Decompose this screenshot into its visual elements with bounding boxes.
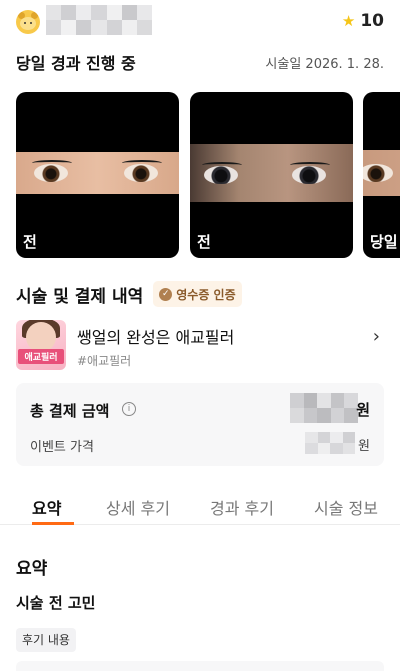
tab-procedure-info[interactable]: 시술 정보 — [314, 495, 378, 519]
photo-carousel[interactable]: 전 전 당일 — [16, 92, 400, 258]
product-name: 쌩얼의 완성은 애교필러 — [77, 328, 235, 347]
product-tag: #애교필러 — [77, 354, 132, 368]
eye-photo — [190, 144, 353, 202]
total-amount-mosaic — [290, 393, 358, 423]
avatar-eye — [30, 22, 32, 24]
photo-caption: 당일 — [370, 233, 398, 251]
avatar-eye — [24, 22, 26, 24]
photo-card[interactable]: 전 — [16, 92, 179, 258]
avatar-face — [20, 17, 36, 30]
summary-title: 요약 — [16, 559, 48, 579]
total-payment-label: 총 결제 금액 — [30, 402, 110, 420]
photo-card[interactable]: 전 — [190, 92, 353, 258]
progress-header: 당일 경과 진행 중 시술일 2026. 1. 28. — [16, 50, 384, 74]
event-price-label: 이벤트 가격 — [30, 440, 94, 455]
progress-title: 당일 경과 진행 중 — [16, 54, 136, 73]
product-thumbnail: 애교필러 — [16, 320, 66, 370]
payment-header: 시술 및 결제 내역 ✓ 영수증 인증 — [16, 280, 242, 308]
avatar[interactable] — [16, 10, 40, 34]
tab-bar: 요약 상세 후기 경과 후기 시술 정보 — [0, 489, 400, 525]
pre-procedure-concern-title: 시술 전 고민 — [16, 594, 96, 612]
verified-check-icon: ✓ — [159, 287, 173, 301]
eye-photo — [16, 152, 179, 194]
eye-photo — [363, 150, 400, 196]
review-content-box — [16, 661, 384, 671]
event-price-mosaic — [305, 432, 355, 454]
chevron-right-icon[interactable]: › — [373, 326, 380, 347]
receipt-badge-label: 영수증 인증 — [176, 287, 236, 302]
photo-caption: 전 — [23, 233, 37, 251]
event-price-unit: 원 — [358, 439, 370, 454]
total-amount-unit: 원 — [356, 401, 370, 419]
tab-summary[interactable]: 요약 — [32, 495, 61, 519]
thumbnail-label: 애교필러 — [18, 349, 64, 364]
payment-summary-box: 총 결제 금액 i 원 이벤트 가격 원 — [16, 383, 384, 466]
active-tab-indicator — [32, 522, 74, 525]
photo-caption: 전 — [197, 233, 211, 251]
tab-detailed-review[interactable]: 상세 후기 — [106, 495, 170, 519]
points-value: 10 — [360, 11, 384, 31]
photo-card[interactable]: 당일 — [363, 92, 400, 258]
tab-progress-review[interactable]: 경과 후기 — [210, 495, 274, 519]
payment-title: 시술 및 결제 내역 — [16, 286, 144, 307]
top-bar: ★ 10 — [0, 0, 400, 44]
receipt-badge: ✓ 영수증 인증 — [153, 281, 242, 307]
username-mosaic — [46, 5, 152, 35]
info-icon[interactable]: i — [122, 402, 136, 416]
product-row[interactable]: 애교필러 쌩얼의 완성은 애교필러 #애교필러 › — [16, 320, 384, 372]
review-content-chip: 후기 내용 — [16, 628, 76, 652]
points-display[interactable]: ★ 10 — [342, 11, 384, 31]
star-icon: ★ — [341, 11, 356, 30]
procedure-date: 시술일 2026. 1. 28. — [265, 56, 384, 72]
